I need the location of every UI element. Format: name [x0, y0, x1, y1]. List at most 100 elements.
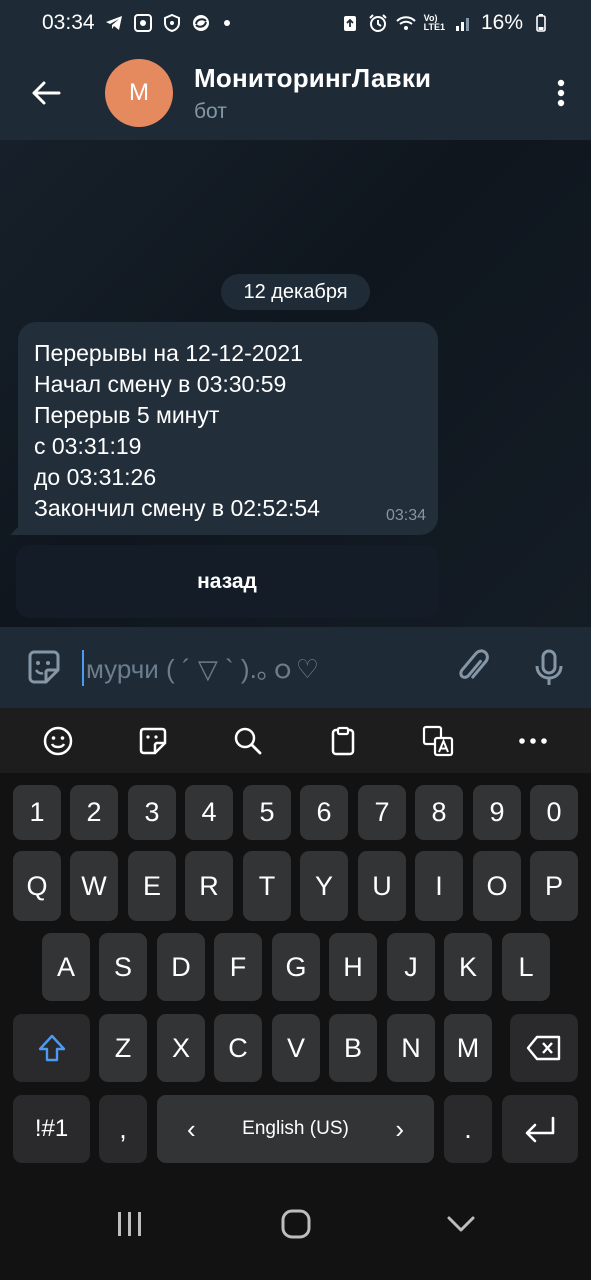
avatar[interactable]: М: [105, 59, 173, 127]
key-0[interactable]: 0: [530, 785, 578, 840]
key-x[interactable]: X: [157, 1014, 205, 1082]
key-q[interactable]: Q: [13, 851, 61, 921]
key-6[interactable]: 6: [300, 785, 348, 840]
key-j[interactable]: J: [387, 933, 435, 1001]
shield-icon: [162, 13, 182, 33]
key-z[interactable]: Z: [99, 1014, 147, 1082]
sticker-toggle-button[interactable]: [22, 646, 66, 690]
sticker-button[interactable]: [133, 721, 173, 761]
chat-header: М МониторингЛавки бот: [0, 46, 591, 140]
shift-key[interactable]: [13, 1014, 90, 1082]
recycle-icon: [340, 13, 360, 33]
emoji-button[interactable]: [38, 721, 78, 761]
telegram-icon: [104, 13, 124, 33]
space-key[interactable]: ‹ English (US) ›: [157, 1095, 434, 1163]
key-o[interactable]: O: [473, 851, 521, 921]
period-key[interactable]: .: [444, 1095, 492, 1163]
key-v[interactable]: V: [272, 1014, 320, 1082]
key-7[interactable]: 7: [358, 785, 406, 840]
key-y[interactable]: Y: [300, 851, 348, 921]
key-l[interactable]: L: [502, 933, 550, 1001]
wifi-icon: [395, 13, 416, 33]
chat-area[interactable]: 12 декабря Перерывы на 12-12-2021 Начал …: [0, 140, 591, 627]
message-bubble[interactable]: Перерывы на 12-12-2021 Начал смену в 03:…: [18, 322, 438, 535]
back-inline-button[interactable]: назад: [16, 545, 438, 618]
space-language-label: English (US): [242, 1118, 349, 1139]
key-2[interactable]: 2: [70, 785, 118, 840]
symbols-key[interactable]: !#1: [13, 1095, 90, 1163]
chat-subtitle: бот: [194, 99, 227, 123]
message-line: до 03:31:26: [34, 464, 157, 490]
message-line: Перерыв 5 минут: [34, 402, 220, 428]
clipboard-icon: [331, 726, 355, 755]
key-a[interactable]: A: [42, 933, 90, 1001]
key-i[interactable]: I: [415, 851, 463, 921]
more-vertical-icon: [557, 79, 565, 107]
sync-icon: [191, 13, 211, 33]
key-n[interactable]: N: [387, 1014, 435, 1082]
key-5[interactable]: 5: [243, 785, 291, 840]
message-input[interactable]: мурчи ( ´ ▽ ` ).｡ｏ♡: [82, 643, 451, 693]
key-m[interactable]: M: [444, 1014, 492, 1082]
message-line: с 03:31:19: [34, 433, 142, 459]
status-bar: 03:34 Vo) LTE1 16%: [0, 0, 591, 46]
key-1[interactable]: 1: [13, 785, 61, 840]
key-e[interactable]: E: [128, 851, 176, 921]
key-3[interactable]: 3: [128, 785, 176, 840]
message-line: Закончил смену в 02:52:54: [34, 495, 320, 521]
arrow-left-icon: [32, 81, 61, 105]
key-f[interactable]: F: [214, 933, 262, 1001]
attach-button[interactable]: [451, 646, 495, 690]
more-options-button[interactable]: [513, 721, 553, 761]
key-t[interactable]: T: [243, 851, 291, 921]
message-line: Начал смену в 03:30:59: [34, 371, 287, 397]
battery-percent: 16%: [480, 11, 523, 34]
search-icon: [234, 727, 262, 754]
hide-keyboard-button[interactable]: [431, 1202, 491, 1246]
sticker-icon: [139, 727, 166, 754]
key-s[interactable]: S: [99, 933, 147, 1001]
key-d[interactable]: D: [157, 933, 205, 1001]
key-4[interactable]: 4: [185, 785, 233, 840]
key-g[interactable]: G: [272, 933, 320, 1001]
home-icon: [281, 1209, 311, 1239]
key-p[interactable]: P: [530, 851, 578, 921]
translate-icon: [423, 725, 454, 756]
key-w[interactable]: W: [70, 851, 118, 921]
chat-title-block[interactable]: МониторингЛавки бот: [194, 63, 531, 124]
back-button[interactable]: [0, 46, 92, 140]
sticker-icon: [28, 650, 60, 683]
text-caret: [82, 649, 84, 686]
key-h[interactable]: H: [329, 933, 377, 1001]
translate-button[interactable]: [418, 721, 458, 761]
enter-key[interactable]: [502, 1095, 578, 1163]
voice-record-button[interactable]: [527, 646, 571, 690]
key-b[interactable]: B: [329, 1014, 377, 1082]
key-c[interactable]: C: [214, 1014, 262, 1082]
recent-apps-icon: [118, 1212, 141, 1236]
chevron-down-icon: [447, 1216, 475, 1232]
emoji-icon: [43, 726, 72, 755]
avatar-letter: М: [129, 79, 149, 106]
recent-apps-button[interactable]: [100, 1202, 160, 1246]
key-u[interactable]: U: [358, 851, 406, 921]
key-r[interactable]: R: [185, 851, 233, 921]
search-button[interactable]: [228, 721, 268, 761]
menu-button[interactable]: [531, 46, 591, 140]
key-9[interactable]: 9: [473, 785, 521, 840]
backspace-key[interactable]: [510, 1014, 578, 1082]
clipboard-button[interactable]: [323, 721, 363, 761]
home-button[interactable]: [266, 1202, 326, 1246]
app-notification-icon: [133, 13, 153, 33]
navigation-bar: [0, 1178, 591, 1280]
status-time: 03:34: [42, 11, 95, 34]
keyboard-toolbar: [0, 708, 591, 773]
network-badge: Vo) LTE1: [423, 13, 445, 32]
message-line: Перерывы на 12-12-2021: [34, 340, 303, 366]
shift-icon: [38, 1034, 65, 1062]
key-8[interactable]: 8: [415, 785, 463, 840]
space-left-arrow: ‹: [187, 1113, 196, 1144]
comma-key[interactable]: ,: [99, 1095, 147, 1163]
battery-icon: [531, 13, 551, 33]
key-k[interactable]: K: [444, 933, 492, 1001]
